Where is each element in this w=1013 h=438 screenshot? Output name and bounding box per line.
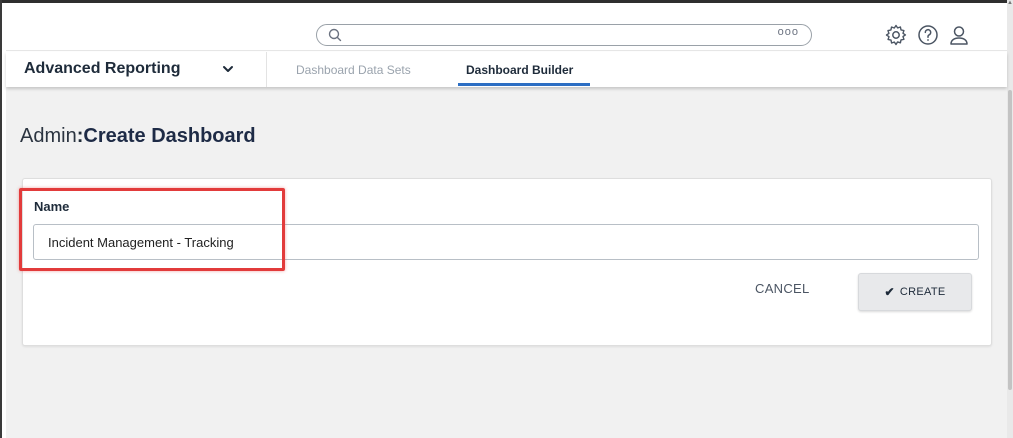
search-input[interactable]: ooo: [316, 24, 812, 46]
create-button-label: CREATE: [899, 286, 946, 298]
gear-icon[interactable]: [884, 23, 908, 47]
top-bar: ooo: [6, 3, 1007, 51]
name-field[interactable]: [33, 224, 979, 260]
scroll-up-icon[interactable]: ▲: [1007, 0, 1013, 10]
vertical-scrollbar[interactable]: ▲: [1007, 0, 1013, 438]
cancel-button[interactable]: CANCEL: [755, 281, 810, 296]
name-label: Name: [34, 199, 70, 214]
search-options-icon[interactable]: ooo: [778, 26, 799, 38]
create-dashboard-form: Name CANCEL ✔ CREATE: [19, 178, 992, 346]
nav-bar: Advanced Reporting Dashboard Data Sets D…: [6, 52, 1007, 87]
active-tab-indicator: [458, 83, 590, 86]
chevron-down-icon[interactable]: [221, 64, 235, 74]
page-title: Admin:Create Dashboard: [20, 125, 256, 148]
tab-dashboard-builder[interactable]: Dashboard Builder: [466, 63, 573, 77]
user-icon[interactable]: [947, 23, 971, 47]
search-icon: [328, 28, 342, 42]
main-content: Admin:Create Dashboard Name CANCEL ✔ CRE…: [6, 87, 1007, 438]
help-icon[interactable]: [916, 23, 940, 47]
nav-divider: [266, 52, 267, 87]
check-icon: ✔: [884, 285, 895, 299]
page-title-prefix: Admin: [20, 125, 77, 147]
app-selector[interactable]: Advanced Reporting: [24, 60, 180, 78]
create-button[interactable]: ✔ CREATE: [858, 273, 972, 311]
tab-dashboard-data-sets[interactable]: Dashboard Data Sets: [296, 63, 411, 77]
scrollbar-thumb[interactable]: [1008, 90, 1012, 390]
page-title-main: Create Dashboard: [83, 125, 256, 147]
